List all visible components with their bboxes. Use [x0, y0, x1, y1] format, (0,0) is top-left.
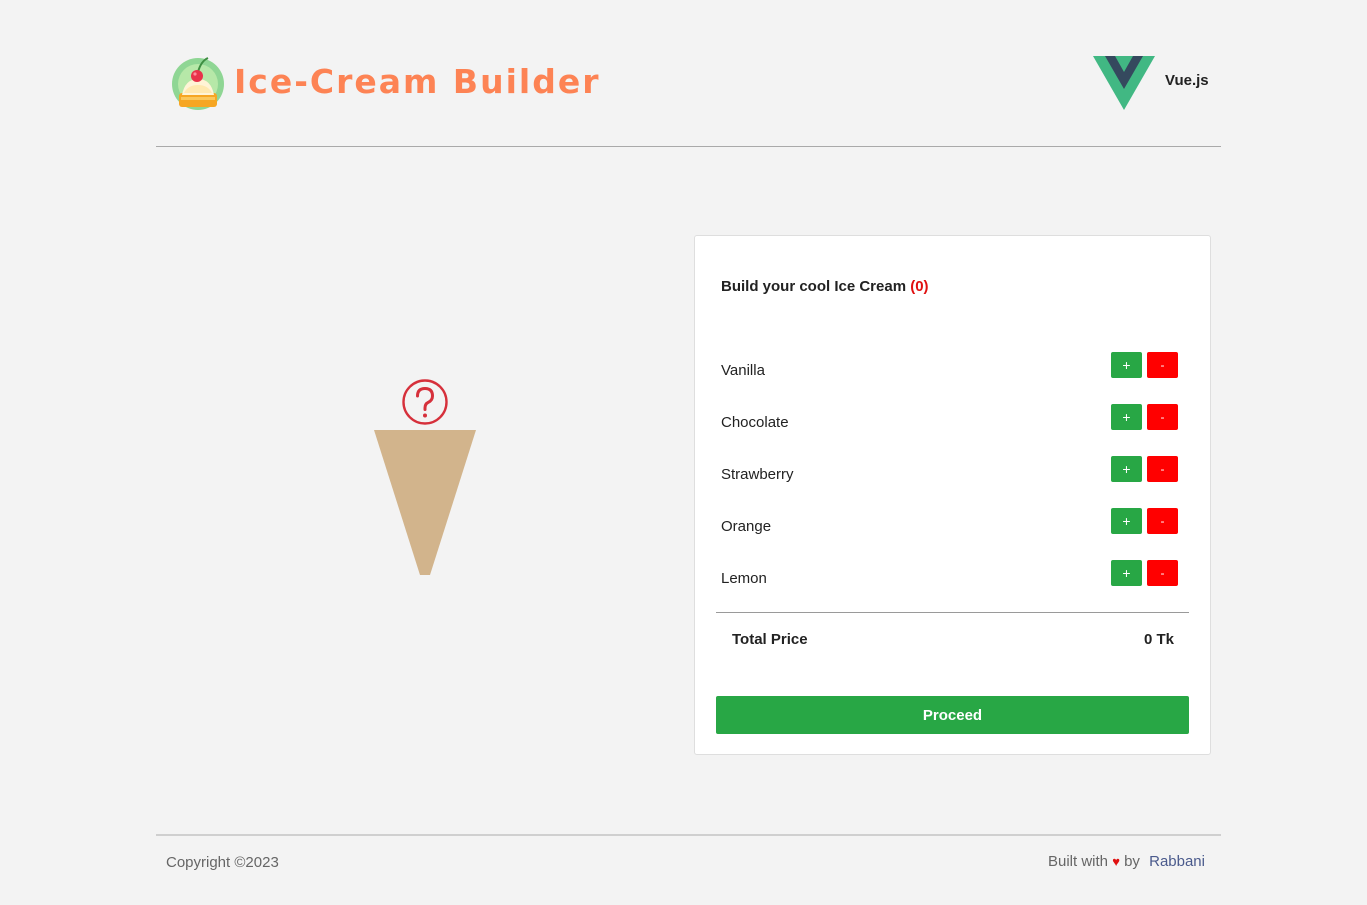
remove-lemon-button[interactable]: -: [1147, 560, 1178, 586]
remove-orange-button[interactable]: -: [1147, 508, 1178, 534]
total-price-label: Total Price: [732, 631, 808, 648]
question-mark-icon: [402, 379, 448, 425]
page: Ice-Cream Builder Vue.js Build your cool…: [0, 0, 1367, 905]
flavor-row-orange: Orange + -: [721, 508, 1179, 548]
add-chocolate-button[interactable]: +: [1111, 404, 1142, 430]
flavor-name: Strawberry: [721, 466, 794, 483]
header: Ice-Cream Builder Vue.js: [156, 0, 1221, 147]
flavor-name: Chocolate: [721, 414, 789, 431]
proceed-button[interactable]: Proceed: [716, 696, 1189, 734]
heart-icon: ♥: [1112, 854, 1120, 869]
credits: Built with ♥ by Rabbani: [1048, 853, 1205, 870]
author-link[interactable]: Rabbani: [1149, 853, 1205, 870]
scoop-count: (0): [910, 278, 929, 295]
copyright-text: Copyright ©2023: [166, 854, 279, 871]
builder-title-text: Build your cool Ice Cream: [721, 278, 907, 295]
add-lemon-button[interactable]: +: [1111, 560, 1142, 586]
flavor-row-lemon: Lemon + -: [721, 560, 1179, 600]
remove-strawberry-button[interactable]: -: [1147, 456, 1178, 482]
ice-cream-preview: [372, 378, 478, 578]
built-with-text: Built with: [1048, 853, 1109, 870]
flavor-row-strawberry: Strawberry + -: [721, 456, 1179, 496]
remove-chocolate-button[interactable]: -: [1147, 404, 1178, 430]
by-text: by: [1124, 853, 1140, 870]
total-price-value: 0 Tk: [1143, 631, 1174, 648]
builder-title: Build your cool Ice Cream (0): [721, 278, 929, 295]
vue-label[interactable]: Vue.js: [1165, 72, 1209, 89]
total-divider: [716, 612, 1189, 613]
vue-logo-icon[interactable]: [1093, 56, 1155, 110]
add-vanilla-button[interactable]: +: [1111, 352, 1142, 378]
flavor-name: Vanilla: [721, 362, 765, 379]
footer: Copyright ©2023 Built with ♥ by Rabbani: [156, 834, 1221, 896]
flavor-row-vanilla: Vanilla + -: [721, 352, 1179, 392]
ice-cream-cherry-icon: [171, 55, 227, 111]
builder-card: Build your cool Ice Cream (0) Vanilla + …: [694, 235, 1211, 755]
app-title: Ice-Cream Builder: [234, 62, 601, 101]
cone: [374, 430, 476, 575]
flavor-row-chocolate: Chocolate + -: [721, 404, 1179, 444]
flavor-name: Lemon: [721, 570, 767, 587]
remove-vanilla-button[interactable]: -: [1147, 352, 1178, 378]
flavor-name: Orange: [721, 518, 772, 535]
add-orange-button[interactable]: +: [1111, 508, 1142, 534]
add-strawberry-button[interactable]: +: [1111, 456, 1142, 482]
